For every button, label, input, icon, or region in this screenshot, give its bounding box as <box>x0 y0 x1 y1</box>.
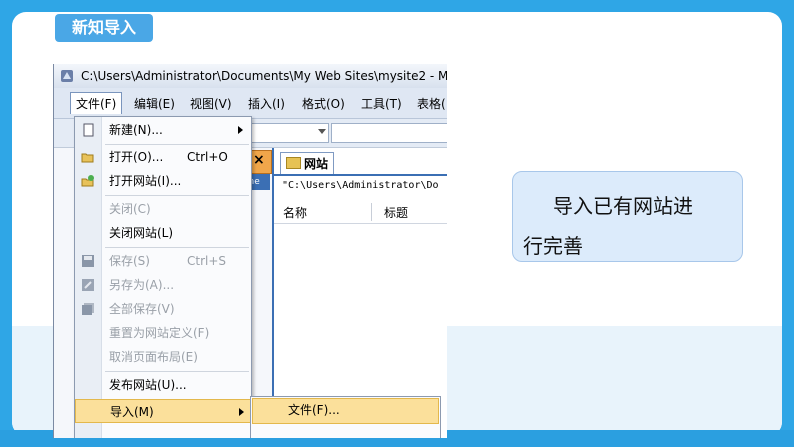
site-panel: 网站 "C:\Users\Administrator\Do 名称 标题 <box>272 148 447 438</box>
save-as-icon <box>82 279 94 291</box>
title-bar: C:\Users\Administrator\Documents\My Web … <box>54 64 447 89</box>
menu-view[interactable]: 视图(V) <box>190 95 232 112</box>
menu-table[interactable]: 表格( <box>417 95 446 112</box>
folder-icon <box>286 157 301 169</box>
app-window-screenshot: C:\Users\Administrator\Documents\My Web … <box>53 64 447 438</box>
callout-box: 导入已有网站进 行完善 <box>512 171 743 262</box>
close-icon: × <box>253 152 265 168</box>
column-divider[interactable] <box>371 203 372 221</box>
menu-item-new[interactable]: 新建(N)... <box>75 118 251 142</box>
tab-website[interactable]: 网站 <box>280 152 334 175</box>
submenu-item-file[interactable]: 文件(F)... <box>252 398 439 424</box>
tab-underline <box>274 174 447 176</box>
submenu-arrow-icon <box>238 126 243 134</box>
menu-item-close-site[interactable]: 关闭网站(L) <box>75 221 251 245</box>
font-combo[interactable] <box>331 123 447 143</box>
menu-item-save[interactable]: 保存(S) Ctrl+S <box>75 249 251 273</box>
window-title: C:\Users\Administrator\Documents\My Web … <box>81 69 447 83</box>
callout-line-2: 行完善 <box>523 234 583 258</box>
menu-bar: 文件(F) 编辑(E) 视图(V) 插入(I) 格式(O) 工具(T) 表格( <box>54 88 447 119</box>
submenu-arrow-icon <box>239 408 244 416</box>
app-logo-icon <box>61 70 73 82</box>
site-path: "C:\Users\Administrator\Do <box>282 180 439 191</box>
menu-divider <box>105 371 249 372</box>
menu-divider <box>105 195 249 196</box>
column-title[interactable]: 标题 <box>384 204 408 221</box>
menu-item-close[interactable]: 关闭(C) <box>75 197 251 221</box>
menu-tools[interactable]: 工具(T) <box>361 95 402 112</box>
file-menu-dropdown: 新建(N)... 打开(O)... Ctrl+O 打开网站(I)... 关闭(C… <box>74 116 252 438</box>
chevron-down-icon <box>318 129 326 134</box>
menu-format[interactable]: 格式(O) <box>302 95 345 112</box>
callout-line-1: 导入已有网站进 <box>553 194 693 218</box>
menu-edit[interactable]: 编辑(E) <box>134 95 175 112</box>
menu-item-open[interactable]: 打开(O)... Ctrl+O <box>75 145 251 169</box>
open-folder-icon <box>81 153 94 163</box>
menu-item-open-site[interactable]: 打开网站(I)... <box>75 169 251 193</box>
menu-item-reset-site-def[interactable]: 重置为网站定义(F) <box>75 321 251 345</box>
section-tag: 新知导入 <box>55 14 153 42</box>
tab-website-label: 网站 <box>304 157 329 171</box>
menu-item-save-all[interactable]: 全部保存(V) <box>75 297 251 321</box>
menu-divider <box>105 247 249 248</box>
menu-insert[interactable]: 插入(I) <box>248 95 285 112</box>
menu-file[interactable]: 文件(F) <box>70 92 123 114</box>
menu-item-import[interactable]: 导入(M) <box>75 399 251 423</box>
column-header-row: 名称 标题 <box>274 201 447 224</box>
save-icon <box>82 255 94 267</box>
menu-item-publish-site[interactable]: 发布网站(U)... <box>75 373 251 397</box>
menu-item-save-as[interactable]: 另存为(A)... <box>75 273 251 297</box>
menu-item-cancel-layout[interactable]: 取消页面布局(E) <box>75 345 251 369</box>
column-name[interactable]: 名称 <box>283 204 307 221</box>
open-site-icon <box>81 175 94 187</box>
new-page-icon <box>83 123 94 137</box>
style-combo[interactable] <box>251 123 329 143</box>
save-all-icon <box>82 303 94 315</box>
